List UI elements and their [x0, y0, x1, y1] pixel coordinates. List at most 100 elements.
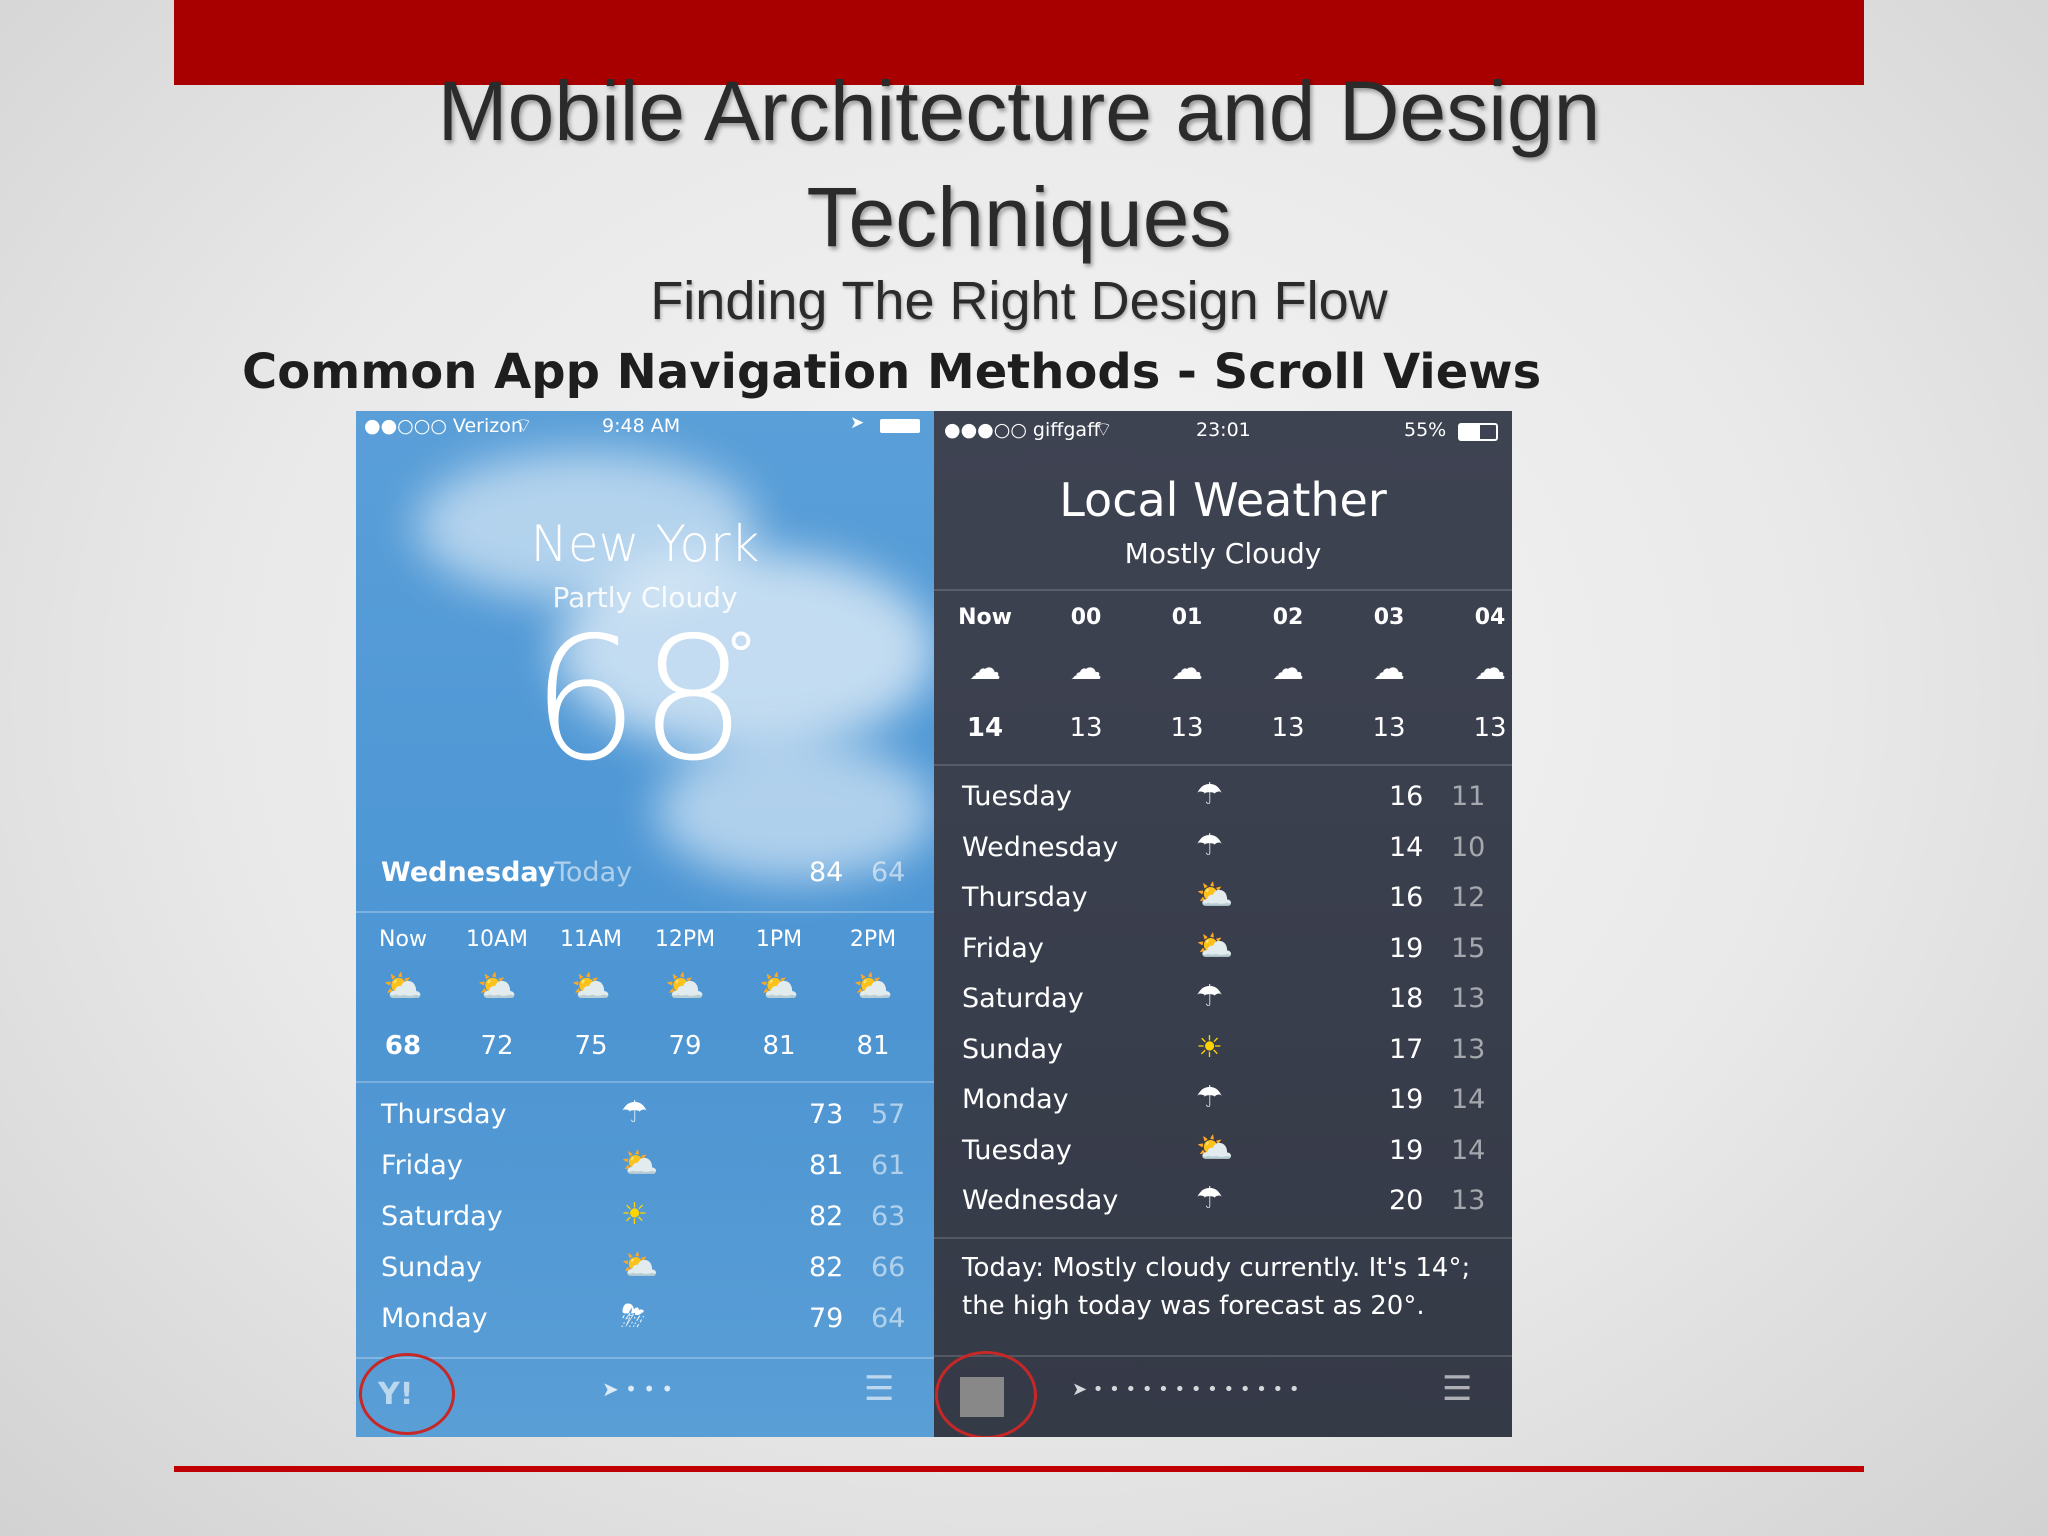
divider — [934, 589, 1512, 591]
hour-label: Now — [958, 605, 1012, 630]
summary-line1: Today: Mostly cloudy currently. It's 14°… — [962, 1253, 1471, 1283]
forecast-high: 14 — [1389, 831, 1424, 863]
divider — [934, 1355, 1512, 1357]
forecast-low: 61 — [871, 1150, 906, 1181]
cloud-fog-icon: ☁ — [1474, 649, 1506, 687]
hour-temp: 75 — [574, 1031, 608, 1061]
partly-sunny-icon: ⛅ — [477, 967, 517, 1005]
battery-percent: 55% — [1404, 419, 1447, 441]
forecast-low: 15 — [1451, 932, 1486, 964]
forecast-day: Friday — [962, 932, 1044, 964]
cloud-fog-icon: ☁ — [1373, 649, 1405, 687]
hour-temp: 68 — [384, 1031, 422, 1061]
hour-label: Now — [379, 927, 427, 952]
forecast-high: 17 — [1389, 1033, 1424, 1065]
slide-heading: Common App Navigation Methods - Scroll V… — [242, 344, 1542, 400]
hour-temp: 81 — [856, 1031, 890, 1061]
hour-label: 04 — [1474, 605, 1506, 630]
yahoo-logo-icon[interactable]: Y! — [378, 1377, 413, 1412]
partly-sunny-icon: ⛅ — [383, 967, 423, 1005]
forecast-low: 57 — [871, 1099, 906, 1130]
page-indicator[interactable]: ➤ • • • • • • • • • • • • • — [1072, 1379, 1300, 1400]
hour-temp: 81 — [762, 1031, 796, 1061]
forecast-day: Monday — [962, 1084, 1069, 1115]
summary-line2: the high today was forecast as 20°. — [962, 1291, 1425, 1321]
divider — [356, 911, 934, 913]
hour-label: 2PM — [849, 927, 897, 952]
status-carrier: ●●○○○ Verizon — [364, 415, 523, 437]
divider — [356, 1357, 934, 1359]
forecast-high: 73 — [809, 1099, 844, 1130]
hour-temp: 13 — [1170, 713, 1204, 743]
cloud-moon-icon: ☁ — [1070, 649, 1102, 687]
hour-label: 1PM — [755, 927, 803, 952]
weather-channel-logo-icon[interactable] — [960, 1377, 1004, 1417]
hour-label: 11AM — [559, 927, 623, 952]
city-name: New York — [530, 515, 760, 573]
cloud-rain-icon: ☂ — [621, 1095, 648, 1130]
hour-temp: 72 — [480, 1031, 514, 1061]
cloud-rain-icon: ☂ — [1196, 777, 1223, 812]
forecast-low: 66 — [871, 1252, 906, 1283]
slide-title-line2: Techniques — [806, 170, 1232, 264]
partly-sunny-icon: ⛅ — [1196, 878, 1234, 913]
thunderstorm-icon: ⛈ — [621, 1299, 645, 1334]
battery-icon — [1458, 423, 1498, 441]
hour-label: 01 — [1171, 605, 1203, 630]
hour-temp: 13 — [1473, 713, 1507, 743]
footer-line — [174, 1466, 1864, 1472]
degree-symbol: ° — [726, 621, 756, 691]
list-icon[interactable]: ☰ — [1442, 1369, 1472, 1409]
divider — [356, 1081, 934, 1083]
partly-sunny-icon: ⛅ — [853, 967, 893, 1005]
partly-sunny-icon: ⛅ — [1196, 1130, 1234, 1166]
condition: Mostly Cloudy — [1124, 537, 1322, 570]
sun-icon: ☀ — [621, 1197, 648, 1232]
page-indicator[interactable]: ➤ • • • — [602, 1377, 673, 1401]
current-temp: 68 — [531, 601, 748, 799]
hour-temp: 13 — [1372, 713, 1406, 743]
slide-subtitle: Finding The Right Design Flow — [650, 271, 1388, 331]
battery-icon — [880, 419, 920, 433]
today-low: 64 — [871, 857, 906, 888]
hour-temp: 13 — [1271, 713, 1305, 743]
forecast-low: 14 — [1451, 1084, 1486, 1115]
cloud-rain-icon: ☂ — [1196, 827, 1223, 863]
partly-sunny-icon: ⛅ — [571, 967, 611, 1005]
sun-icon: ☀ — [1196, 1029, 1223, 1065]
list-icon[interactable]: ☰ — [864, 1369, 894, 1409]
cloud-rain-icon: ☂ — [1196, 979, 1223, 1014]
forecast-high: 82 — [809, 1201, 844, 1232]
today-label: Today — [554, 857, 633, 888]
forecast-high: 81 — [809, 1150, 844, 1181]
forecast-low: 13 — [1451, 983, 1486, 1014]
forecast-day: Sunday — [381, 1252, 483, 1283]
forecast-low: 13 — [1451, 1033, 1486, 1065]
partly-sunny-icon: ⛅ — [665, 967, 705, 1005]
partly-sunny-icon: ⛅ — [621, 1146, 659, 1181]
forecast-low: 63 — [871, 1201, 906, 1232]
forecast-day: Monday — [381, 1303, 488, 1334]
wifi-icon: ⌔ — [1094, 419, 1113, 441]
forecast-low: 64 — [871, 1303, 906, 1334]
forecast-day: Tuesday — [962, 781, 1072, 812]
cloud-rain-icon: ☂ — [1196, 1181, 1223, 1216]
forecast-day: Tuesday — [962, 1134, 1072, 1166]
divider — [934, 1237, 1512, 1239]
hour-label: 02 — [1272, 605, 1304, 630]
location-arrow-icon: ➤ — [850, 413, 865, 432]
today-high: 84 — [809, 857, 844, 888]
forecast-high: 19 — [1389, 1084, 1424, 1115]
partly-sunny-icon: ⛅ — [759, 967, 799, 1005]
forecast-day: Wednesday — [962, 1185, 1119, 1216]
forecast-high: 19 — [1389, 1134, 1424, 1166]
forecast-high: 19 — [1389, 932, 1424, 964]
forecast-day: Thursday — [962, 882, 1088, 913]
wifi-icon: ⌔ — [514, 415, 533, 437]
hour-temp: 79 — [668, 1031, 702, 1061]
forecast-low: 11 — [1451, 781, 1486, 812]
cloud-icon: ☁ — [969, 649, 1001, 687]
forecast-high: 16 — [1389, 781, 1424, 812]
forecast-day: Sunday — [962, 1033, 1064, 1065]
hour-label: 10AM — [465, 927, 529, 952]
